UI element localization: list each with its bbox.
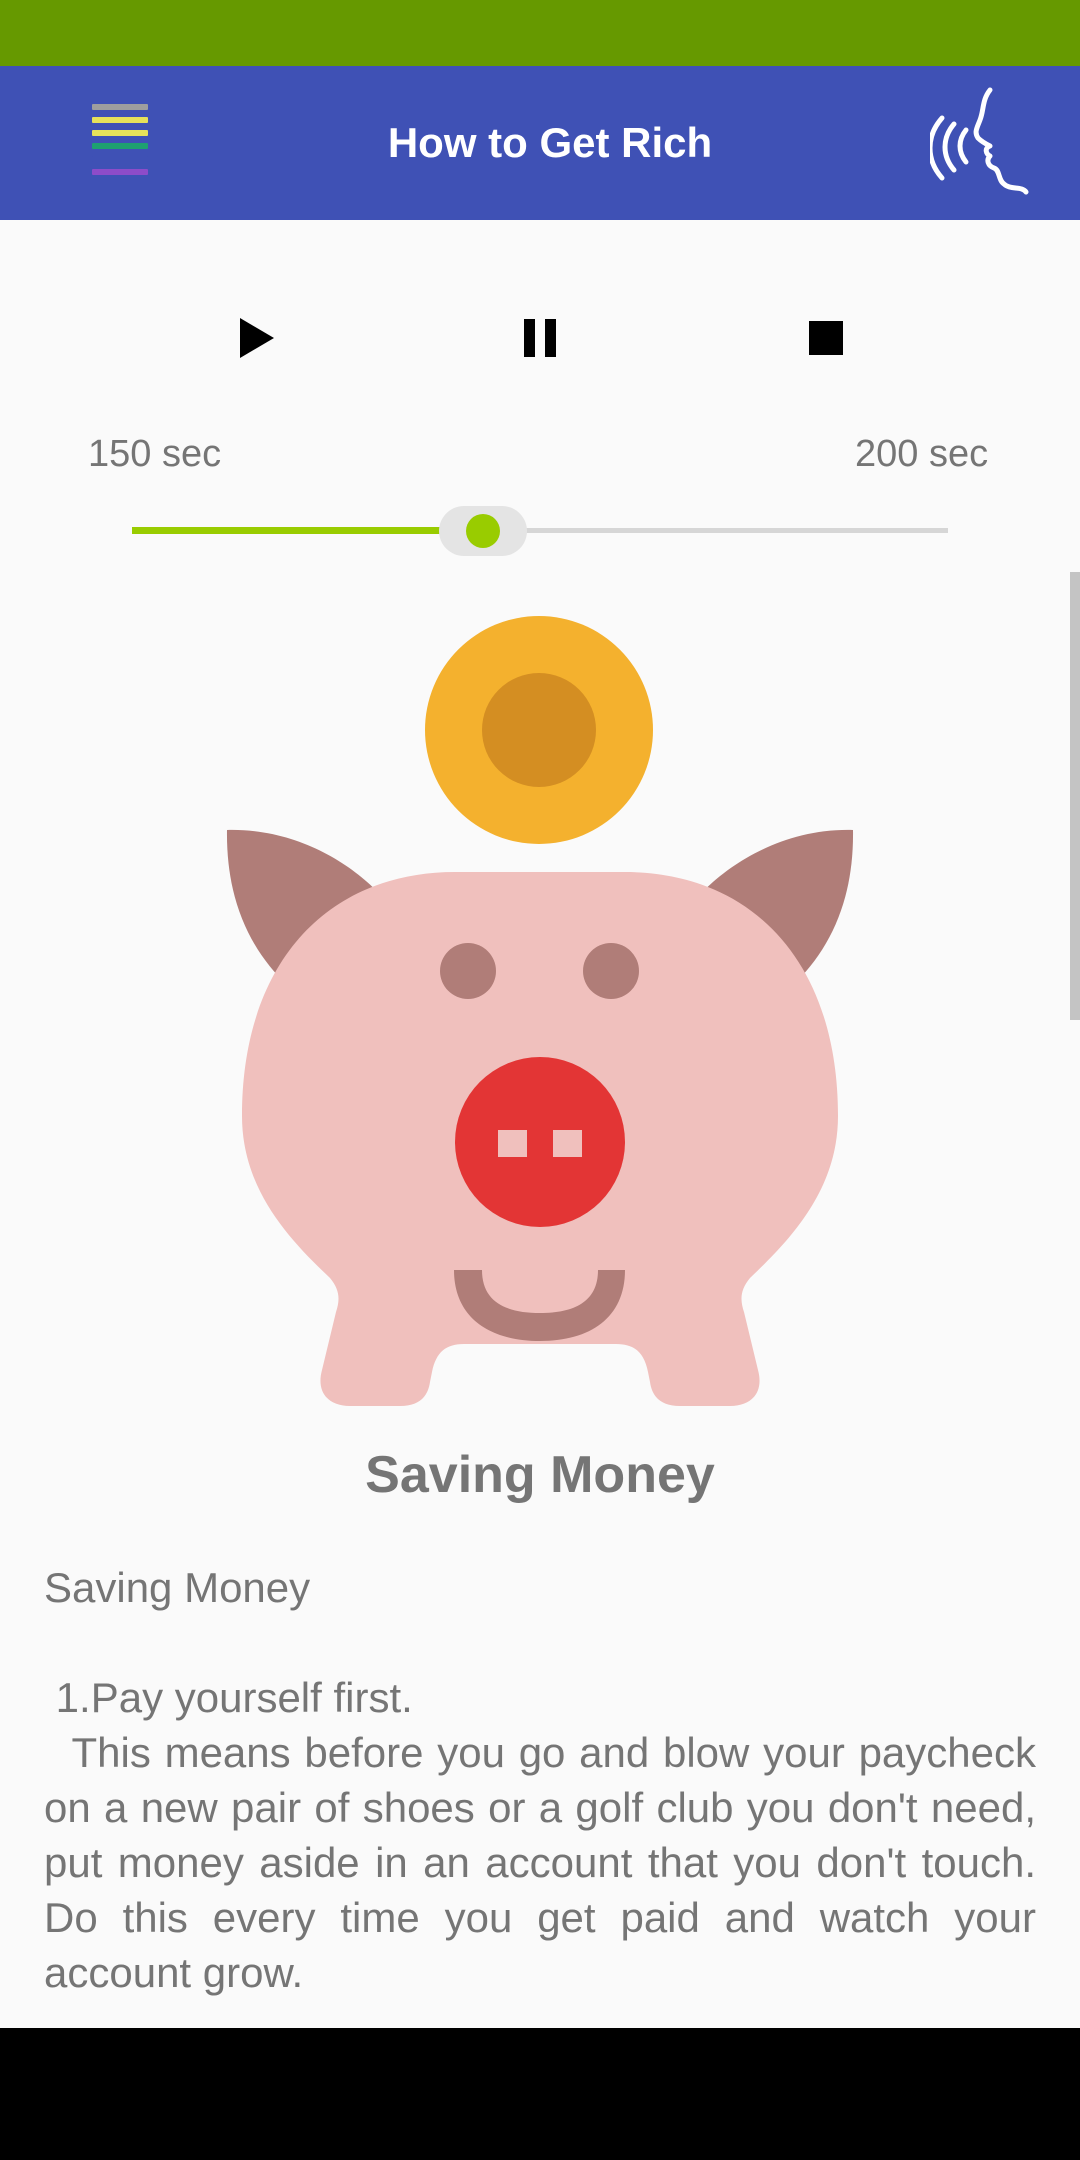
stop-icon	[809, 321, 843, 355]
article-heading: Saving Money	[365, 1446, 715, 1504]
point-title: 1.Pay yourself first.	[44, 1674, 413, 1721]
speed-slider[interactable]	[132, 500, 948, 560]
status-bar	[0, 0, 1080, 66]
speak-button[interactable]	[927, 86, 1048, 204]
scrollbar[interactable]	[1070, 572, 1080, 1020]
app-title: How to Get Rich	[387, 119, 713, 166]
slider-fill	[132, 527, 483, 534]
speaking-head-icon	[927, 87, 1029, 195]
play-icon	[240, 318, 274, 358]
play-button[interactable]	[224, 306, 288, 370]
system-navigation-bar	[0, 2028, 1080, 2160]
article-subheading: Saving Money	[44, 1564, 311, 1611]
min-time-label: 150 sec	[88, 433, 222, 475]
max-time-label: 200 sec	[855, 433, 989, 475]
pause-icon	[524, 319, 556, 357]
slider-thumb[interactable]	[466, 514, 500, 548]
pause-button[interactable]	[508, 306, 572, 370]
point-body: This means before you go and blow your p…	[44, 1729, 1048, 1996]
app-bar: How to Get Rich	[0, 66, 1080, 220]
stop-button[interactable]	[794, 306, 858, 370]
article-body: Saving Money 1.Pay yourself first. This …	[44, 1560, 1036, 2000]
player-controls	[0, 290, 1080, 390]
piggy-bank-illustration	[220, 600, 860, 1450]
